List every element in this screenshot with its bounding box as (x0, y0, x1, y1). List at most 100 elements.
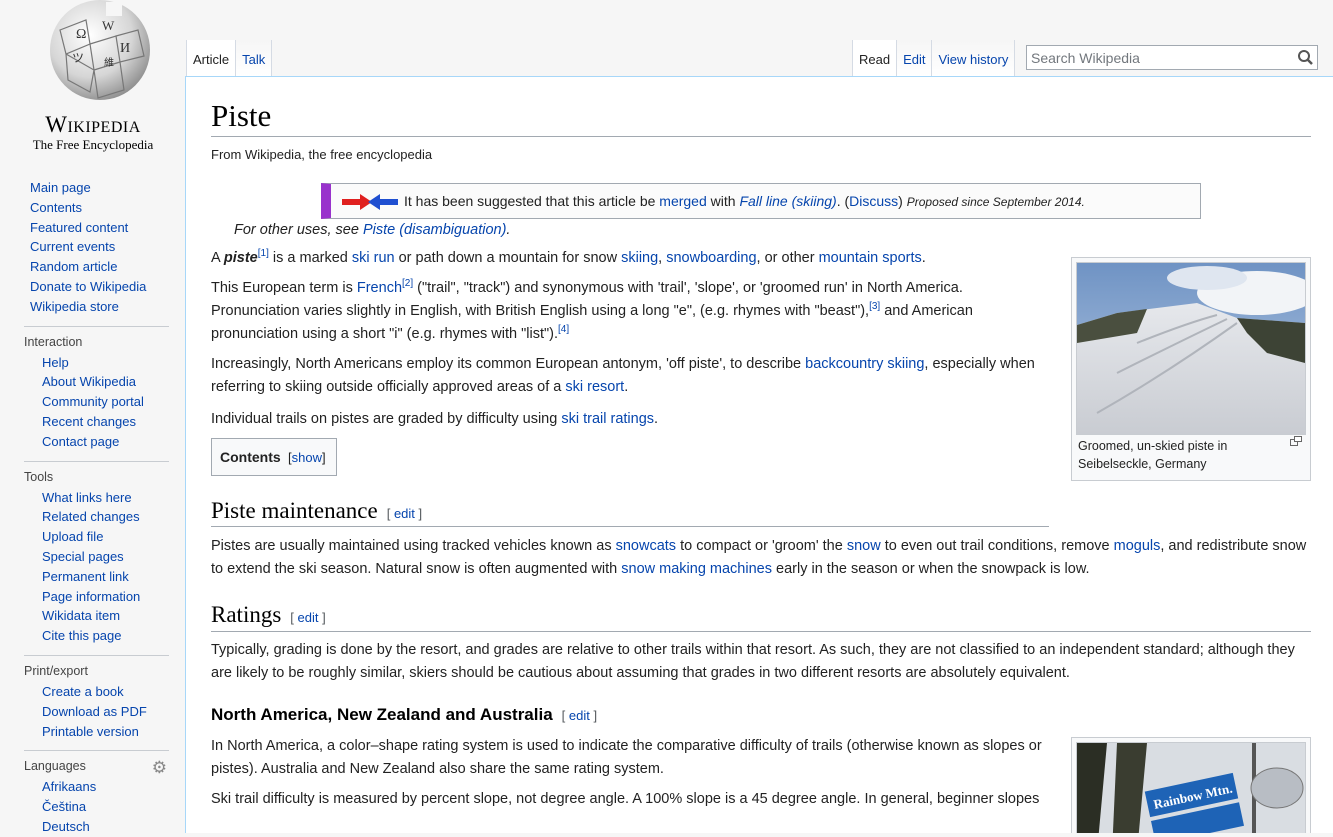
tab-talk[interactable]: Talk (235, 40, 273, 76)
text: is a marked (268, 250, 352, 266)
nav-recent-changes[interactable]: Recent changes (42, 412, 169, 432)
wikipedia-globe-icon: Ω W И 維 ツ (50, 0, 150, 100)
fall-line-link[interactable]: Fall line (skiing) (739, 193, 836, 209)
ski-trail-ratings-link[interactable]: ski trail ratings (561, 411, 654, 427)
nav-donate[interactable]: Donate to Wikipedia (30, 277, 185, 297)
edit-link[interactable]: edit (298, 610, 319, 625)
merge-text: It has been suggested that this article … (404, 193, 660, 209)
nav-community-portal[interactable]: Community portal (42, 392, 169, 412)
paragraph-off-piste: Increasingly, North Americans employ its… (211, 353, 1051, 399)
text: , or other (756, 250, 819, 266)
edit-link[interactable]: edit (569, 708, 590, 723)
reference-2[interactable]: [2] (402, 278, 413, 289)
namespace-tabs: Article Talk (186, 40, 273, 76)
edit-link[interactable]: edit (394, 506, 415, 521)
piste-image[interactable] (1076, 262, 1306, 435)
paragraph-maintenance: Pistes are usually maintained using trac… (211, 535, 1311, 581)
nav-special-pages[interactable]: Special pages (42, 547, 169, 567)
nav-create-a-book[interactable]: Create a book (42, 682, 169, 702)
nav-what-links-here[interactable]: What links here (42, 488, 169, 508)
wikipedia-logo[interactable]: Ω W И 維 ツ Wikipedia The Free Encyclopedi… (8, 0, 178, 160)
nav-related-changes[interactable]: Related changes (42, 507, 169, 527)
thumbnail-trail-sign: Rainbow Mtn. (1071, 737, 1311, 833)
moguls-link[interactable]: moguls (1114, 538, 1161, 554)
tab-edit[interactable]: Edit (896, 40, 932, 76)
text: to compact or 'groom' the (676, 538, 847, 554)
nav-store[interactable]: Wikipedia store (30, 297, 185, 317)
reference-3[interactable]: [3] (869, 301, 880, 312)
snowboarding-link[interactable]: snowboarding (666, 250, 756, 266)
nav-main-page[interactable]: Main page (30, 178, 185, 198)
enlarge-icon[interactable] (1290, 436, 1302, 446)
trail-sign-image[interactable]: Rainbow Mtn. (1076, 742, 1306, 833)
mountain-sports-link[interactable]: mountain sports (819, 250, 922, 266)
nav-about-wikipedia[interactable]: About Wikipedia (42, 372, 169, 392)
heading-text: Ratings (211, 602, 282, 627)
paragraph-ratings: Typically, grading is done by the resort… (211, 642, 1295, 681)
merged-link[interactable]: merged (659, 193, 706, 209)
heading-divider (211, 526, 1049, 527)
toc-show-link[interactable]: show (292, 450, 322, 465)
text: A (211, 250, 224, 266)
section-edit[interactable]: [ edit ] (290, 610, 325, 625)
nav-featured-content[interactable]: Featured content (30, 218, 185, 238)
nav-cite-this-page[interactable]: Cite this page (42, 626, 169, 646)
view-tabs: Read Edit View history (852, 40, 1016, 76)
tab-article[interactable]: Article (186, 40, 236, 76)
svg-text:維: 維 (104, 56, 114, 69)
nav-download-pdf[interactable]: Download as PDF (42, 702, 169, 722)
snowcats-link[interactable]: snowcats (616, 538, 676, 554)
merge-arrows-icon (342, 194, 398, 210)
hatnote: For other uses, see Piste (disambiguatio… (234, 222, 510, 238)
paragraph-intro: A piste[1] is a marked ski run or path d… (211, 247, 1051, 270)
section-edit[interactable]: [ edit ] (562, 708, 597, 723)
nav-wikidata-item[interactable]: Wikidata item (42, 606, 169, 626)
thumbnail-caption: Groomed, un-skied piste in Seibelseckle,… (1078, 439, 1228, 471)
portal-interaction: Interaction Help About Wikipedia Communi… (24, 325, 169, 452)
nav-upload-file[interactable]: Upload file (42, 527, 169, 547)
text: Pistes are usually maintained using trac… (211, 538, 616, 554)
lang-afrikaans[interactable]: Afrikaans (42, 777, 169, 797)
tab-view-history[interactable]: View history (931, 40, 1016, 76)
text: . (921, 250, 926, 266)
discuss-link[interactable]: Discuss (849, 193, 898, 209)
ski-resort-link[interactable]: ski resort (565, 379, 624, 395)
search-input[interactable] (1027, 49, 1295, 66)
nav-printable-version[interactable]: Printable version (42, 722, 169, 742)
text: to even out trail conditions, remove (880, 538, 1114, 554)
nav-help[interactable]: Help (42, 353, 169, 373)
skiing-link[interactable]: skiing (621, 250, 658, 266)
page-title: Piste (211, 98, 272, 133)
search-icon[interactable] (1295, 47, 1317, 69)
gear-icon[interactable]: ⚙ (152, 759, 167, 776)
reference-4[interactable]: [4] (558, 324, 569, 335)
text: early in the season or when the snowpack… (771, 561, 1090, 577)
ski-run-link[interactable]: ski run (352, 250, 395, 266)
snow-making-link[interactable]: snow making machines (621, 561, 772, 577)
text: Individual trails on pistes are graded b… (211, 411, 562, 427)
section-edit[interactable]: [ edit ] (387, 506, 422, 521)
tab-read[interactable]: Read (852, 40, 897, 76)
paragraph-color-shape: In North America, a color–shape rating s… (211, 738, 1042, 777)
portal-print-export: Print/export Create a book Download as P… (24, 654, 169, 742)
heading-text: North America, New Zealand and Australia (211, 705, 553, 724)
reference-1[interactable]: [1] (258, 248, 269, 259)
nav-contact-page[interactable]: Contact page (42, 432, 169, 452)
nav-permanent-link[interactable]: Permanent link (42, 567, 169, 587)
portal-languages: Languages ⚙ Afrikaans Čeština Deutsch (24, 750, 169, 836)
french-link[interactable]: French (357, 280, 402, 296)
svg-text:ツ: ツ (72, 51, 84, 65)
portal-heading-print-export: Print/export (24, 663, 88, 678)
nav-random-article[interactable]: Random article (30, 257, 185, 277)
nav-current-events[interactable]: Current events (30, 237, 185, 257)
backcountry-skiing-link[interactable]: backcountry skiing (805, 356, 924, 372)
nav-page-information[interactable]: Page information (42, 587, 169, 607)
svg-text:W: W (102, 18, 115, 33)
snow-link[interactable]: snow (847, 538, 881, 554)
toc-toggle[interactable]: [show] (288, 450, 326, 465)
lang-deutsch[interactable]: Deutsch (42, 817, 169, 837)
disambiguation-link[interactable]: Piste (disambiguation) (363, 222, 506, 238)
merge-text-close: ) (898, 193, 907, 209)
lang-cestina[interactable]: Čeština (42, 797, 169, 817)
nav-contents[interactable]: Contents (30, 198, 185, 218)
